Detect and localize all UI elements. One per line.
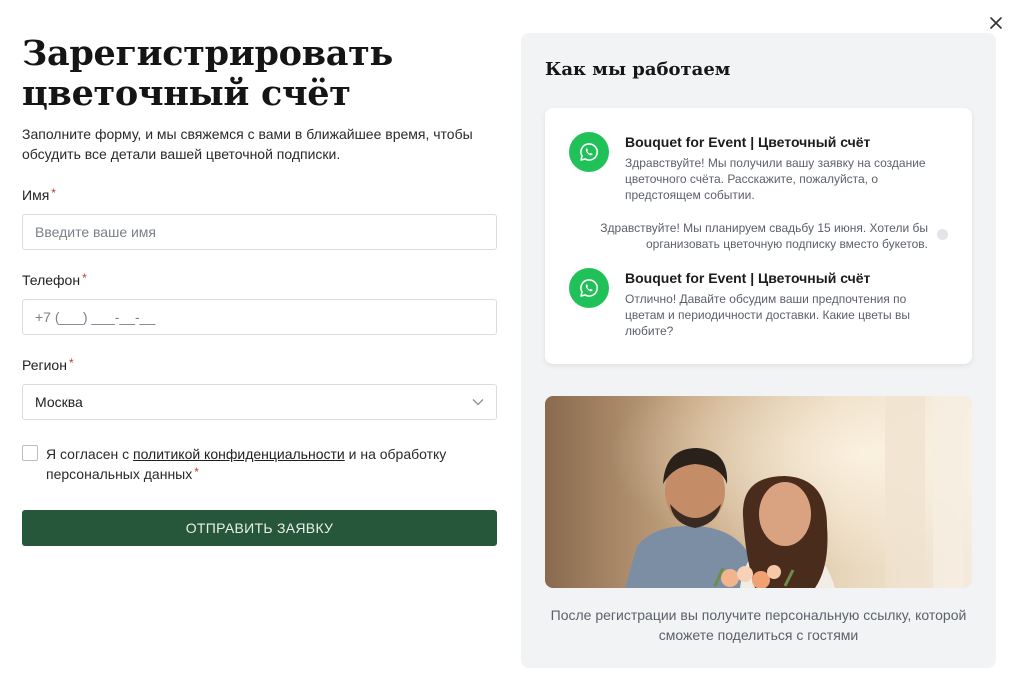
required-mark: *: [68, 356, 74, 370]
phone-label: Телефон *: [22, 270, 497, 290]
message-sender: Bouquet for Event | Цветочный счёт: [625, 134, 871, 150]
bot-message-body: Bouquet for Event | Цветочный счёт Здрав…: [625, 132, 945, 203]
phone-field-group: Телефон *: [22, 270, 497, 335]
message-text: Отлично! Давайте обсудим ваши предпочтен…: [625, 292, 910, 338]
whatsapp-icon: [569, 132, 609, 172]
phone-label-text: Телефон: [22, 272, 81, 288]
name-label-text: Имя: [22, 187, 50, 203]
required-mark: *: [51, 186, 56, 200]
how-it-works-panel: Как мы работаем Bouquet for Event | Цвет…: [521, 33, 996, 668]
consent-checkbox[interactable]: [22, 445, 38, 461]
consent-text-before: Я согласен с: [46, 446, 133, 462]
registration-form: Зарегистрировать цветочный счёт Заполнит…: [22, 34, 497, 546]
message-sender: Bouquet for Event | Цветочный счёт: [625, 270, 871, 286]
whatsapp-icon: [569, 268, 609, 308]
required-mark: *: [82, 271, 87, 285]
title-line-2: цветочный счёт: [22, 73, 351, 114]
user-avatar: [937, 229, 948, 240]
chat-preview-card: Bouquet for Event | Цветочный счёт Здрав…: [545, 108, 972, 364]
form-subtitle: Заполните форму, и мы свяжемся с вами в …: [22, 126, 473, 162]
region-field-group: Регион * Москва: [22, 355, 497, 420]
region-selected-value: Москва: [35, 394, 83, 410]
bot-message-body: Bouquet for Event | Цветочный счёт Отлич…: [625, 268, 945, 339]
registration-note: После регистрации вы получите персональн…: [550, 607, 967, 643]
region-label-text: Регион: [22, 357, 67, 373]
bot-message: Bouquet for Event | Цветочный счёт Здрав…: [569, 132, 945, 203]
required-mark: *: [194, 465, 199, 479]
name-label: Имя *: [22, 185, 497, 205]
user-message: Здравствуйте! Мы планируем свадьбу 15 ию…: [600, 221, 928, 251]
close-button[interactable]: [987, 14, 1005, 32]
consent-row: Я согласен с политикой конфиденциальност…: [22, 444, 497, 485]
page-title: Зарегистрировать цветочный счёт: [22, 34, 497, 114]
consent-text: Я согласен с политикой конфиденциальност…: [46, 444, 497, 485]
chevron-down-icon: [472, 399, 484, 406]
how-it-works-title: Как мы работаем: [545, 59, 731, 80]
privacy-policy-link[interactable]: политикой конфиденциальности: [133, 446, 345, 462]
name-input[interactable]: [22, 214, 497, 250]
bot-message: Bouquet for Event | Цветочный счёт Отлич…: [569, 268, 945, 339]
region-select[interactable]: Москва: [22, 384, 497, 420]
region-label: Регион *: [22, 355, 497, 375]
name-field-group: Имя *: [22, 185, 497, 250]
submit-button[interactable]: ОТПРАВИТЬ ЗАЯВКУ: [22, 510, 497, 546]
phone-input[interactable]: [22, 299, 497, 335]
close-icon: [990, 17, 1002, 29]
message-text: Здравствуйте! Мы получили вашу заявку на…: [625, 156, 926, 202]
title-line-1: Зарегистрировать: [22, 33, 393, 74]
couple-photo: [545, 396, 972, 588]
